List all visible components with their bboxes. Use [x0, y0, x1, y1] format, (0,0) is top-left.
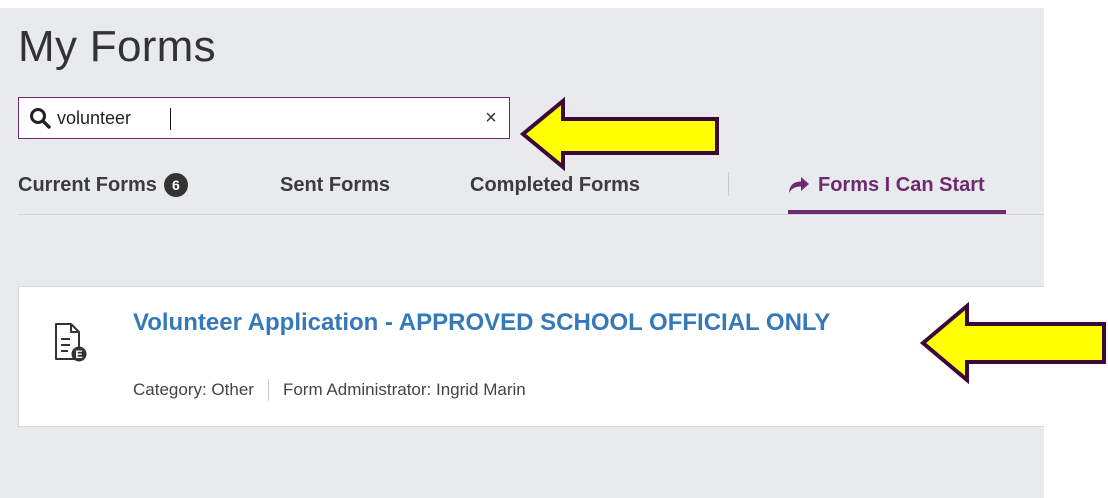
form-administrator: Form Administrator: Ingrid Marin — [282, 380, 526, 399]
yellow-arrow-icon — [519, 96, 719, 172]
tab-label: Completed Forms — [470, 173, 641, 196]
tab-label: Sent Forms — [280, 173, 391, 196]
tab-divider — [728, 172, 729, 196]
tab-completed-forms[interactable]: Completed Forms — [470, 170, 640, 200]
tab-label: Current Forms — [18, 173, 157, 196]
search-icon — [30, 108, 51, 129]
tab-current-forms[interactable]: Current Forms 6 — [18, 170, 188, 200]
clear-search-button[interactable]: × — [473, 100, 509, 136]
form-meta: Category: Other Form Administrator: Ingr… — [133, 379, 526, 401]
forms-tabs: Current Forms 6 Sent Forms Completed For… — [18, 170, 1044, 215]
count-badge: 6 — [163, 173, 188, 197]
meta-divider — [267, 379, 269, 401]
share-arrow-icon — [789, 177, 809, 193]
tab-sent-forms[interactable]: Sent Forms — [280, 170, 390, 200]
form-category: Category: Other — [133, 380, 254, 399]
search-box[interactable]: × — [18, 97, 510, 139]
yellow-arrow-icon — [919, 301, 1106, 385]
form-result-card[interactable]: E Volunteer Application - APPROVED SCHOO… — [18, 286, 1044, 427]
form-title-link[interactable]: Volunteer Application - APPROVED SCHOOL … — [133, 307, 853, 339]
document-e-icon: E — [55, 323, 87, 362]
tab-forms-i-can-start[interactable]: Forms I Can Start — [788, 170, 985, 200]
tab-label: Forms I Can Start — [818, 173, 985, 196]
tabs-rule — [18, 214, 1044, 215]
search-input[interactable] — [51, 99, 473, 137]
forms-panel: My Forms × Current Forms 6 Sent Forms Co… — [0, 8, 1044, 498]
page-title: My Forms — [18, 22, 216, 71]
document-badge-letter: E — [75, 349, 82, 361]
text-cursor — [170, 108, 171, 130]
active-tab-indicator — [788, 210, 1006, 214]
